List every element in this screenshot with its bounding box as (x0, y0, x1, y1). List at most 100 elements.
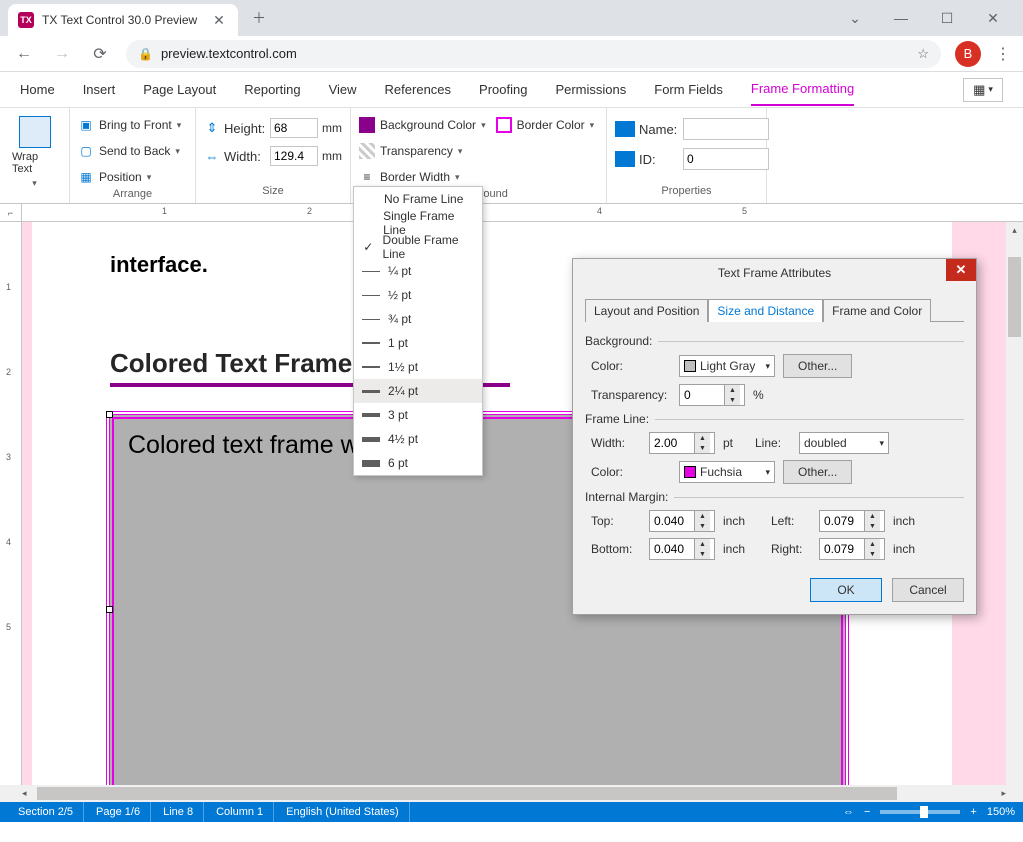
menu-item-no-frame[interactable]: No Frame Line (354, 187, 482, 211)
menu-item-single-frame[interactable]: Single Frame Line (354, 211, 482, 235)
transparency-button[interactable]: Transparency ▾ (359, 140, 486, 162)
name-input[interactable] (683, 118, 769, 140)
tab-form-fields[interactable]: Form Fields (654, 74, 723, 105)
tab-home[interactable]: Home (20, 74, 55, 105)
chevron-down-icon[interactable]: ⌄ (843, 6, 867, 30)
tab-references[interactable]: References (385, 74, 451, 105)
menu-item-three-quarter-pt[interactable]: ¾ pt (354, 307, 482, 331)
tab-page-layout[interactable]: Page Layout (143, 74, 216, 105)
tab-layout-position[interactable]: Layout and Position (585, 299, 708, 322)
border-color-icon (496, 117, 512, 133)
background-color-button[interactable]: Background Color ▾ (359, 114, 486, 136)
dialog-close-button[interactable]: ✕ (946, 259, 976, 281)
tab-insert[interactable]: Insert (83, 74, 116, 105)
favicon: TX (18, 12, 34, 28)
dialog-titlebar[interactable]: Text Frame Attributes ✕ (573, 259, 976, 287)
menu-item-quarter-pt[interactable]: ¼ pt (354, 259, 482, 283)
menu-item-6pt[interactable]: 6 pt (354, 451, 482, 475)
scrollbar-horizontal[interactable]: ◂ ▸ (0, 785, 1023, 802)
frame-color-combo[interactable]: Fuchsia▾ (679, 461, 775, 483)
id-input[interactable] (683, 148, 769, 170)
frame-width-spinner[interactable]: ▲▼ (649, 432, 715, 454)
resize-handle[interactable] (106, 411, 113, 418)
height-input[interactable] (270, 118, 318, 138)
tab-reporting[interactable]: Reporting (244, 74, 300, 105)
chevron-down-icon: ▾ (32, 178, 37, 189)
close-tab-icon[interactable]: ✕ (210, 11, 228, 29)
menu-item-double-frame[interactable]: ✓Double Frame Line (354, 235, 482, 259)
other-frame-color-button[interactable]: Other... (783, 460, 852, 484)
width-input[interactable] (270, 146, 318, 166)
tab-proofing[interactable]: Proofing (479, 74, 527, 105)
ribbon-content: Wrap Text ▾ ▣Bring to Front ▾ ▢Send to B… (0, 108, 1023, 204)
other-bg-color-button[interactable]: Other... (783, 354, 852, 378)
menu-item-2-quarter-pt[interactable]: 2¼ pt (354, 379, 482, 403)
margin-right-spinner[interactable]: ▲▼ (819, 538, 885, 560)
dialog-tabs: Layout and Position Size and Distance Fr… (585, 299, 964, 322)
cancel-button[interactable]: Cancel (892, 578, 964, 602)
scroll-thumb[interactable] (37, 787, 897, 800)
scrollbar-vertical[interactable]: ▴ ▾ (1006, 222, 1023, 822)
profile-avatar[interactable]: B (955, 41, 981, 67)
back-icon[interactable]: ← (12, 42, 36, 66)
close-window-icon[interactable]: ✕ (981, 6, 1005, 30)
status-language[interactable]: English (United States) (276, 802, 410, 822)
zoom-level[interactable]: 150% (987, 806, 1015, 818)
scroll-up-icon[interactable]: ▴ (1006, 222, 1023, 239)
status-section[interactable]: Section 2/5 (8, 802, 84, 822)
tab-size-distance[interactable]: Size and Distance (708, 299, 823, 322)
bg-color-combo[interactable]: Light Gray▾ (679, 355, 775, 377)
tab-view[interactable]: View (329, 74, 357, 105)
url-box[interactable]: 🔒 preview.textcontrol.com ☆ (126, 40, 941, 68)
chevron-down-icon: ▾ (175, 146, 180, 157)
ruler-corner[interactable]: ⌐ (0, 204, 22, 221)
wrap-text-button[interactable]: Wrap Text ▾ (8, 112, 61, 197)
margin-top-spinner[interactable]: ▲▼ (649, 510, 715, 532)
frame-line-section-label: Frame Line: (585, 412, 964, 426)
status-line[interactable]: Line 8 (153, 802, 204, 822)
reload-icon[interactable]: ⟳ (88, 42, 112, 66)
zoom-out-icon[interactable]: − (864, 806, 870, 818)
line-style-combo[interactable]: doubled▾ (799, 432, 889, 454)
menu-item-1pt[interactable]: 1 pt (354, 331, 482, 355)
send-to-back-button[interactable]: ▢Send to Back ▾ (78, 140, 181, 162)
new-tab-button[interactable]: ＋ (250, 9, 268, 27)
margin-left-spinner[interactable]: ▲▼ (819, 510, 885, 532)
forward-icon[interactable]: → (50, 42, 74, 66)
status-bar: Section 2/5 Page 1/6 Line 8 Column 1 Eng… (0, 802, 1023, 822)
group-arrange-label: Arrange (78, 188, 187, 202)
bookmark-icon[interactable]: ☆ (917, 46, 929, 62)
status-column[interactable]: Column 1 (206, 802, 274, 822)
maximize-icon[interactable]: ☐ (935, 6, 959, 30)
menu-item-half-pt[interactable]: ½ pt (354, 283, 482, 307)
border-color-button[interactable]: Border Color ▾ (496, 114, 595, 136)
transparency-spinner[interactable]: ▲▼ (679, 384, 745, 406)
margin-bottom-spinner[interactable]: ▲▼ (649, 538, 715, 560)
status-page[interactable]: Page 1/6 (86, 802, 151, 822)
bring-to-front-button[interactable]: ▣Bring to Front ▾ (78, 114, 181, 136)
menu-item-1-half-pt[interactable]: 1½ pt (354, 355, 482, 379)
tab-frame-color[interactable]: Frame and Color (823, 299, 931, 322)
fit-width-icon[interactable]: ⇔ (843, 806, 854, 818)
border-width-menu: No Frame Line Single Frame Line ✓Double … (353, 186, 483, 476)
menu-item-4-half-pt[interactable]: 4½ pt (354, 427, 482, 451)
tab-permissions[interactable]: Permissions (555, 74, 626, 105)
menu-item-3pt[interactable]: 3 pt (354, 403, 482, 427)
border-width-button[interactable]: ≡Border Width ▾ (359, 166, 486, 188)
zoom-slider[interactable] (880, 810, 960, 814)
zoom-in-icon[interactable]: + (970, 806, 976, 818)
position-icon: ▦ (78, 169, 94, 185)
position-button[interactable]: ▦Position ▾ (78, 166, 181, 188)
resize-handle[interactable] (106, 606, 113, 613)
ribbon-options-button[interactable]: ▦ ▾ (963, 78, 1003, 102)
width-field: ⇔ Width: mm (204, 146, 346, 166)
ok-button[interactable]: OK (810, 578, 882, 602)
scroll-thumb[interactable] (1008, 257, 1021, 337)
width-icon: ⇔ (204, 148, 220, 164)
tab-frame-formatting[interactable]: Frame Formatting (751, 73, 854, 106)
text-frame-attributes-dialog: Text Frame Attributes ✕ Layout and Posit… (572, 258, 977, 615)
ruler-horizontal: ⌐ 1 2 3 4 5 (0, 204, 1023, 222)
browser-menu-icon[interactable]: ⋮ (995, 44, 1011, 64)
minimize-icon[interactable]: — (889, 6, 913, 30)
browser-tab[interactable]: TX TX Text Control 30.0 Preview ✕ (8, 4, 238, 36)
